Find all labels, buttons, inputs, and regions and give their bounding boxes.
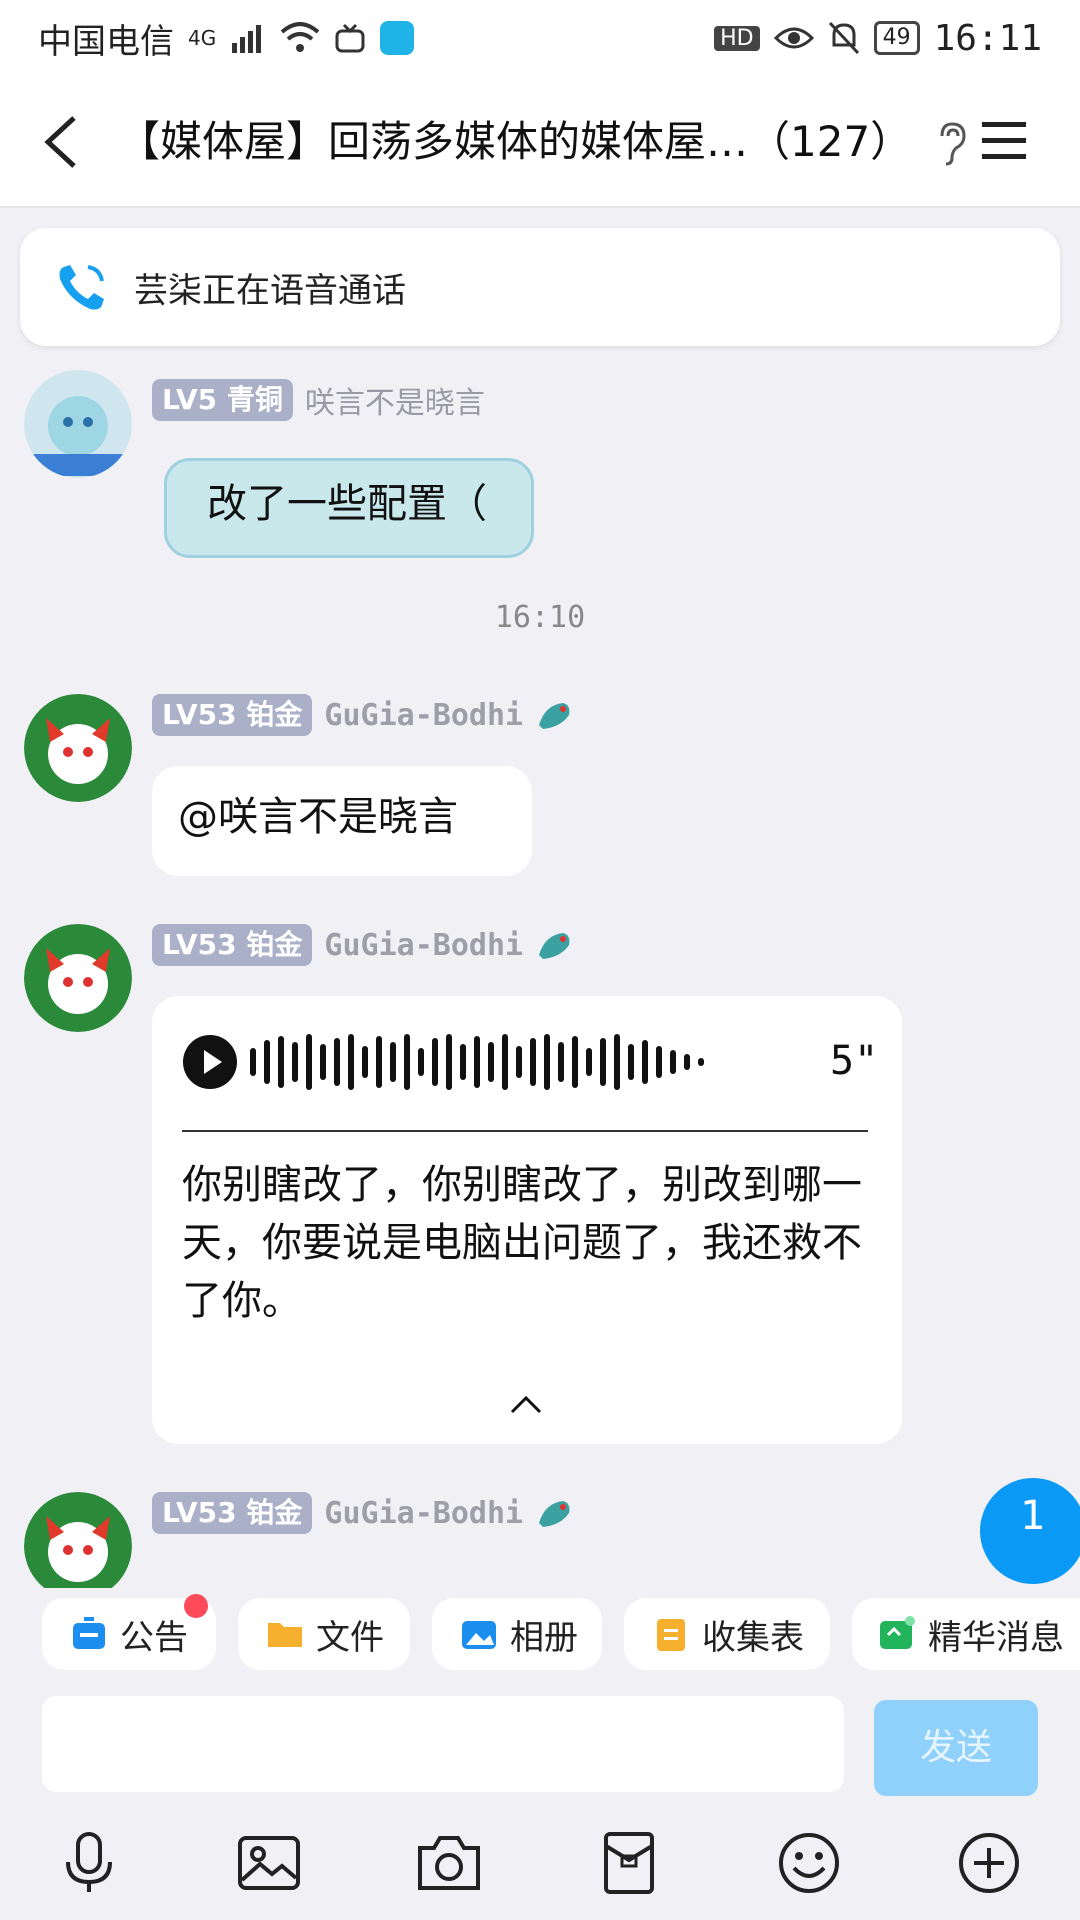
- message-bubble[interactable]: 改了一些配置（: [164, 458, 534, 558]
- voice-call-banner[interactable]: 芸柒正在语音通话: [20, 228, 1060, 346]
- toolbar-label: 相册: [510, 1617, 578, 1658]
- announcement-icon: [73, 1617, 105, 1649]
- dragon-badge-icon: [539, 933, 570, 959]
- message-text: @咲言不是晓言: [178, 794, 458, 840]
- toolbar-label: 公告: [120, 1617, 188, 1658]
- avatar[interactable]: [24, 694, 132, 802]
- level-badge: LV5 青铜: [152, 379, 293, 421]
- album-icon: [462, 1621, 496, 1649]
- message-bubble[interactable]: @咲言不是晓言: [152, 766, 532, 876]
- camera-icon[interactable]: [416, 1830, 482, 1896]
- app-book-icon: [380, 21, 415, 55]
- signal-icon: [232, 25, 262, 53]
- status-bar: 中国电信 4G HD 49 16:11: [0, 0, 1080, 76]
- play-icon[interactable]: [182, 1034, 238, 1090]
- sender-name[interactable]: GuGia-Bodhi: [324, 698, 523, 733]
- back-arrow-icon[interactable]: [38, 114, 92, 170]
- composer: 发送: [0, 1680, 1080, 1804]
- ear-icon[interactable]: [934, 120, 968, 166]
- image-icon[interactable]: [236, 1830, 302, 1896]
- toolbar-label: 收集表: [702, 1617, 804, 1658]
- clipboard-icon: [657, 1619, 685, 1651]
- toolbar-collection-form[interactable]: 收集表: [624, 1598, 830, 1670]
- dragon-badge-icon: [539, 703, 570, 729]
- message-input[interactable]: [42, 1696, 844, 1792]
- toolbar-label: 文件: [316, 1617, 384, 1658]
- network-label: 4G: [188, 26, 217, 50]
- sender-name[interactable]: GuGia-Bodhi: [324, 928, 523, 963]
- chat-header: 【媒体屋】回荡多媒体的媒体屋…（127）: [0, 76, 1080, 208]
- hd-badge: HD: [714, 25, 760, 51]
- plus-icon[interactable]: [956, 1830, 1022, 1896]
- divider: [182, 1130, 868, 1132]
- menu-icon[interactable]: [980, 118, 1028, 162]
- emoji-icon[interactable]: [776, 1830, 842, 1896]
- wifi-icon: [280, 22, 320, 52]
- avatar[interactable]: [24, 924, 132, 1032]
- message-text: 改了一些配置（: [207, 481, 487, 527]
- send-button[interactable]: 发送: [874, 1700, 1038, 1796]
- toolbar-album[interactable]: 相册: [432, 1598, 602, 1670]
- bell-muted-icon: [828, 21, 859, 55]
- level-badge: LV53 铂金: [152, 694, 313, 736]
- carrier-label: 中国电信: [38, 21, 174, 62]
- folder-icon: [268, 1623, 302, 1647]
- level-badge: LV53 铂金: [152, 924, 313, 966]
- phone-icon: [59, 265, 104, 310]
- voice-message-bubble[interactable]: 5" 你别瞎改了，你别瞎改了，别改到哪一天，你要说是电脑出问题了，我还救不了你。: [152, 996, 902, 1444]
- eye-icon: [773, 27, 814, 49]
- message-timestamp: 16:10: [494, 600, 586, 635]
- red-packet-icon[interactable]: [596, 1830, 662, 1896]
- chat-title[interactable]: 【媒体屋】回荡多媒体的媒体屋…（127）: [118, 112, 918, 172]
- dragon-badge-icon: [539, 1501, 570, 1527]
- toolbar-label: 精华消息: [928, 1617, 1064, 1658]
- input-actions-bar: [0, 1804, 1080, 1920]
- collapse-chevron-icon[interactable]: [508, 1394, 544, 1416]
- new-indicator-dot: [184, 1594, 208, 1618]
- level-badge: LV53 铂金: [152, 1492, 313, 1534]
- avatar[interactable]: [24, 370, 132, 478]
- voice-transcript: 你别瞎改了，你别瞎改了，别改到哪一天，你要说是电脑出问题了，我还救不了你。: [182, 1162, 862, 1324]
- status-time: 16:11: [933, 17, 1042, 59]
- sender-name[interactable]: GuGia-Bodhi: [324, 1496, 523, 1531]
- tv-icon: [335, 23, 365, 53]
- unread-count-badge[interactable]: 1: [980, 1478, 1080, 1584]
- toolbar-highlights[interactable]: 精华消息: [852, 1598, 1080, 1670]
- battery-indicator: 49: [873, 21, 920, 55]
- microphone-icon[interactable]: [56, 1830, 122, 1896]
- group-toolbar: 公告 文件 相册 收集表 精华消息: [0, 1588, 1080, 1680]
- waveform: [250, 1034, 704, 1090]
- toolbar-files[interactable]: 文件: [238, 1598, 410, 1670]
- highlights-icon: [880, 1616, 915, 1649]
- voice-duration: 5": [830, 1038, 879, 1084]
- call-banner-text: 芸柒正在语音通话: [134, 270, 406, 311]
- avatar[interactable]: [24, 1492, 132, 1600]
- sender-name[interactable]: 咲言不是晓言: [305, 378, 485, 422]
